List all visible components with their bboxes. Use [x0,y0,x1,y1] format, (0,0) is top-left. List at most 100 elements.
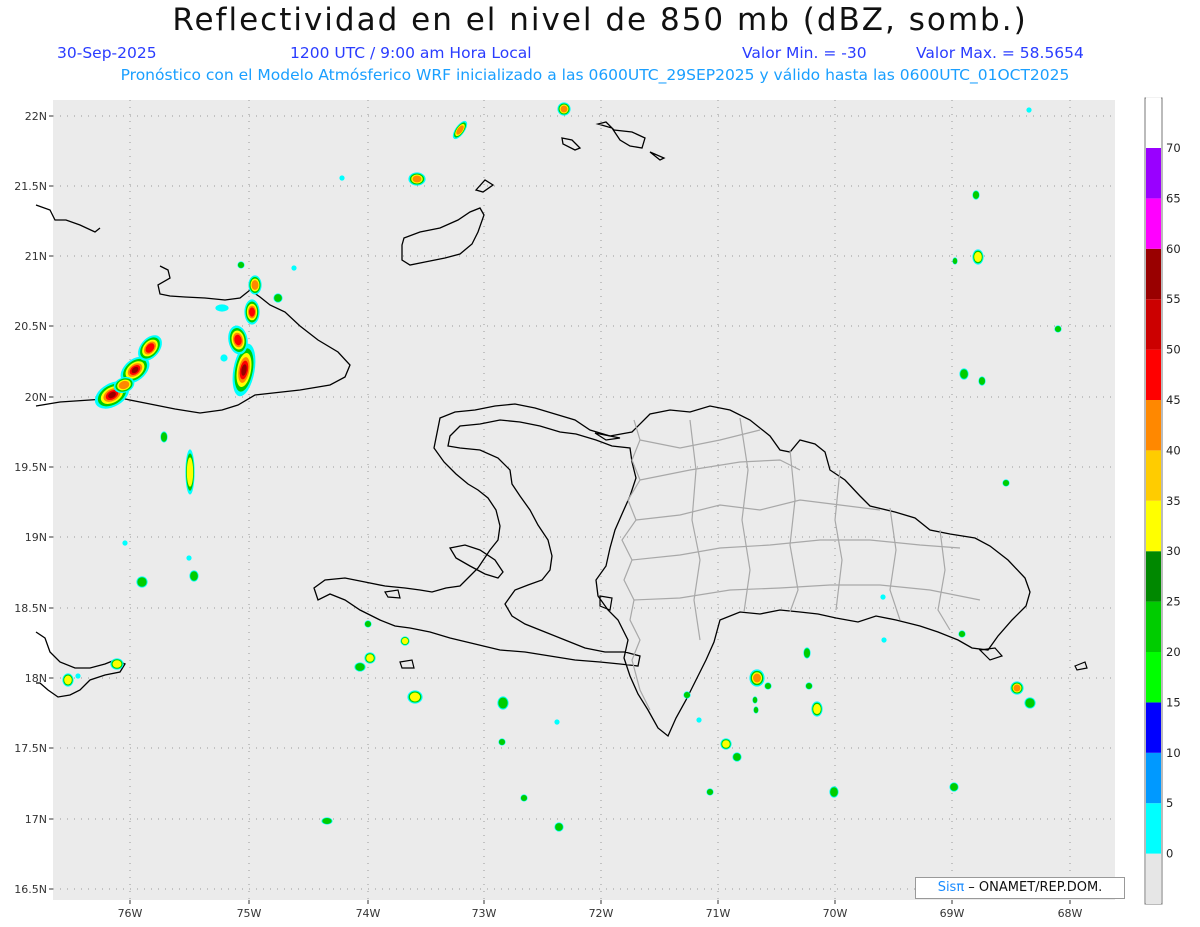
colorbar-segment [1146,148,1161,199]
colorbar-segment [1146,652,1161,703]
storm-cell [220,354,228,362]
storm-cell [237,261,245,269]
storm-cell [407,690,423,704]
storm-cell [959,368,969,380]
storm-cell [952,257,958,265]
colorbar-segment [1146,853,1161,904]
reflectivity-map: 22N 21.5N 21N 20.5N 20N 19.5N 19N 18.5N 18N 17.5N… [14,97,1181,920]
lat-label: 18.5N [14,602,47,615]
storm-cell [520,794,528,802]
storm-cell [364,652,376,664]
storm-cell [1024,697,1036,709]
colorbar-label: 40 [1166,443,1181,457]
storm-cell [881,637,887,643]
colorbar-label: 50 [1166,343,1181,357]
storm-cell [248,275,262,295]
storm-cell [829,786,839,798]
storm-cell [321,817,333,825]
storm-cell [185,449,195,495]
colorbar-segment [1146,400,1161,451]
colorbar-label: 70 [1166,141,1181,155]
storm-cell [1010,681,1024,695]
storm-cell [498,738,506,746]
storm-cell [400,636,410,646]
colorbar-segment [1146,248,1161,300]
storm-cell [497,696,509,710]
colorbar-segment [1146,752,1161,804]
colorbar-segment [1146,601,1161,652]
storm-cell [811,701,823,717]
colorbar-label: 25 [1166,595,1181,609]
storm-cell [110,658,124,670]
lat-label: 22N [25,110,47,123]
lon-label: 74W [356,907,381,920]
colorbar-label: 35 [1166,494,1181,508]
storm-cell [752,696,758,704]
colorbar-segment [1146,198,1161,249]
storm-cell [557,102,571,116]
storm-cell [958,630,966,638]
storm-cell [160,431,168,443]
storm-cell [215,304,229,312]
storm-cell [978,376,986,386]
storm-cell [683,691,691,699]
storm-cell [189,570,199,582]
storm-cell [720,738,732,750]
storm-cell [706,788,714,796]
lat-label: 17.5N [14,742,47,755]
lon-label: 73W [472,907,497,920]
storm-cell [764,682,772,690]
storm-cell [291,265,297,271]
storm-cell [75,673,81,679]
storm-cell [136,576,148,588]
lon-label: 75W [237,907,262,920]
credit-text: – ONAMET/REP.DOM. [964,880,1103,895]
colorbar-segment [1146,500,1161,552]
colorbar: 0 5 10 15 20 25 30 35 40 45 50 55 60 65 70 [1146,97,1181,904]
storm-cell [803,647,811,659]
lon-label: 70W [823,907,848,920]
storm-cell [949,782,959,792]
storm-cell [364,620,372,628]
storm-cell [554,822,564,832]
colorbar-segment [1146,803,1161,854]
map-plot-area [53,100,1115,900]
colorbar-label: 5 [1166,796,1173,810]
storm-cell [1026,107,1032,113]
storm-cell [972,249,984,265]
colorbar-label: 45 [1166,393,1181,407]
colorbar-segment [1146,349,1161,400]
colorbar-label: 65 [1166,191,1181,205]
lon-label: 68W [1058,907,1083,920]
colorbar-label: 0 [1166,847,1173,861]
storm-cell [880,594,886,600]
storm-cell [749,669,765,687]
lat-label: 16.5N [14,883,47,896]
storm-cell [1054,325,1062,333]
storm-cell [805,682,813,690]
storm-cell [753,706,759,714]
colorbar-segment [1146,97,1161,148]
storm-cell [408,172,426,186]
storm-cell [732,752,742,762]
storm-cell [273,293,283,303]
storm-cell [1002,479,1010,487]
lon-label: 76W [118,907,143,920]
lon-label: 71W [706,907,731,920]
storm-cell [244,299,260,325]
colorbar-segment [1146,299,1161,350]
lon-label: 72W [589,907,614,920]
sispi-logo: Sisπ [937,880,965,895]
lat-label: 20N [25,391,47,404]
storm-cell [339,175,345,181]
lat-label: 21N [25,250,47,263]
storm-cell [554,719,560,725]
lat-label: 18N [25,672,47,685]
colorbar-label: 20 [1166,645,1181,659]
colorbar-label: 60 [1166,242,1181,256]
lat-label: 19.5N [14,461,47,474]
colorbar-label: 30 [1166,544,1181,558]
colorbar-segment [1146,551,1161,602]
storm-cell [62,673,74,687]
storm-cell [186,555,192,561]
